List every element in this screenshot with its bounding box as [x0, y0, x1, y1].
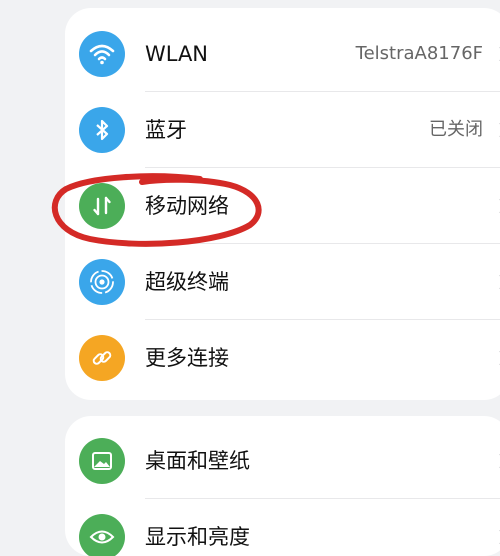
wlan-value: TelstraA8176F: [355, 43, 483, 64]
wifi-icon: [79, 31, 125, 77]
wallpaper-label: 桌面和壁纸: [145, 449, 250, 473]
display-brightness-row[interactable]: 显示和亮度: [65, 499, 500, 556]
bluetooth-value: 已关闭: [429, 119, 483, 140]
wallpaper-row[interactable]: 桌面和壁纸: [65, 423, 500, 499]
display-card: 桌面和壁纸 显示和亮度: [65, 416, 500, 556]
wlan-label: WLAN: [145, 42, 209, 66]
display-brightness-label: 显示和亮度: [145, 525, 250, 549]
link-icon: [79, 335, 125, 381]
bluetooth-icon: [79, 107, 125, 153]
bluetooth-label: 蓝牙: [145, 118, 187, 142]
super-device-row[interactable]: 超级终端: [65, 244, 500, 320]
more-connections-row[interactable]: 更多连接: [65, 320, 500, 396]
mobile-network-label: 移动网络: [145, 194, 229, 218]
bluetooth-row[interactable]: 蓝牙 已关闭: [65, 92, 500, 168]
wallpaper-icon: [79, 438, 125, 484]
wlan-row[interactable]: WLAN TelstraA8176F: [65, 16, 500, 92]
more-connections-label: 更多连接: [145, 346, 229, 370]
super-device-label: 超级终端: [145, 270, 229, 294]
mobile-network-row[interactable]: 移动网络: [65, 168, 500, 244]
connectivity-card: WLAN TelstraA8176F 蓝牙 已关闭 移动网络 超级终端 更多连接: [65, 8, 500, 400]
eye-icon: [79, 514, 125, 556]
mobile-data-icon: [79, 183, 125, 229]
super-device-icon: [79, 259, 125, 305]
